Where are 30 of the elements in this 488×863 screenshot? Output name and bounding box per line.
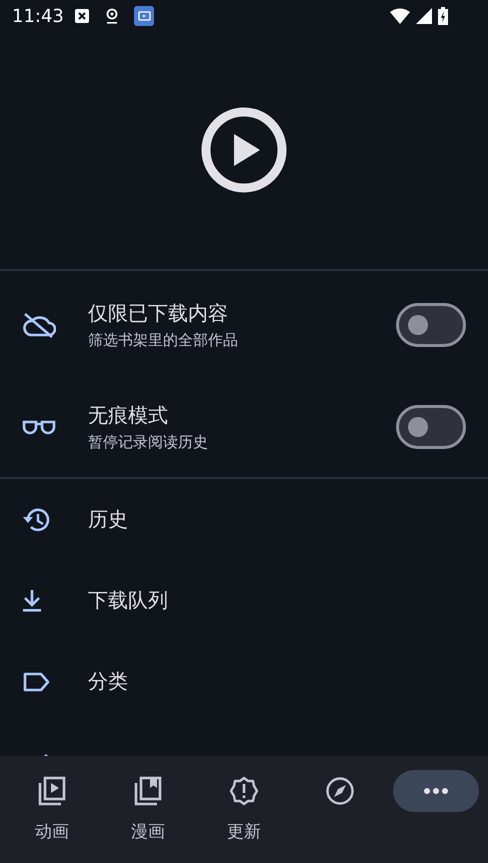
history-icon: [22, 506, 52, 534]
signal-icon: [416, 8, 432, 24]
play-icon[interactable]: [200, 106, 288, 194]
more-icon: [424, 788, 448, 794]
video-library-icon: [38, 776, 66, 806]
toggle-switch[interactable]: [396, 303, 466, 347]
close-box-icon: [74, 8, 90, 24]
location-icon: [104, 7, 120, 25]
nav-tab[interactable]: 动画: [4, 756, 100, 863]
label-icon: [22, 672, 50, 692]
menu-item[interactable]: 下载队列: [0, 560, 488, 641]
menu-item[interactable]: 历史: [0, 479, 488, 560]
setting-title: 仅限已下载内容: [88, 300, 229, 327]
setting-description: 筛选书架里的全部作品: [88, 331, 239, 350]
toggle-switch[interactable]: [396, 405, 466, 449]
nav-tab[interactable]: 更新: [196, 756, 292, 863]
bookmark-library-icon: [134, 776, 162, 806]
nav-tab[interactable]: 漫画: [100, 756, 196, 863]
compass-icon: [325, 776, 355, 806]
alert-badge-icon: [229, 776, 259, 806]
glasses-icon: [22, 419, 56, 435]
app-notification-icon: [134, 6, 154, 26]
status-time: 11:43: [12, 6, 64, 26]
wifi-icon: [390, 8, 410, 24]
setting-description: 暂停记录阅读历史: [88, 433, 209, 452]
menu-item[interactable]: 分类: [0, 641, 488, 722]
cloud-off-icon: [22, 312, 56, 338]
battery-icon: [438, 7, 448, 25]
setting-title: 无痕模式: [88, 402, 169, 429]
download-icon: [22, 588, 42, 612]
